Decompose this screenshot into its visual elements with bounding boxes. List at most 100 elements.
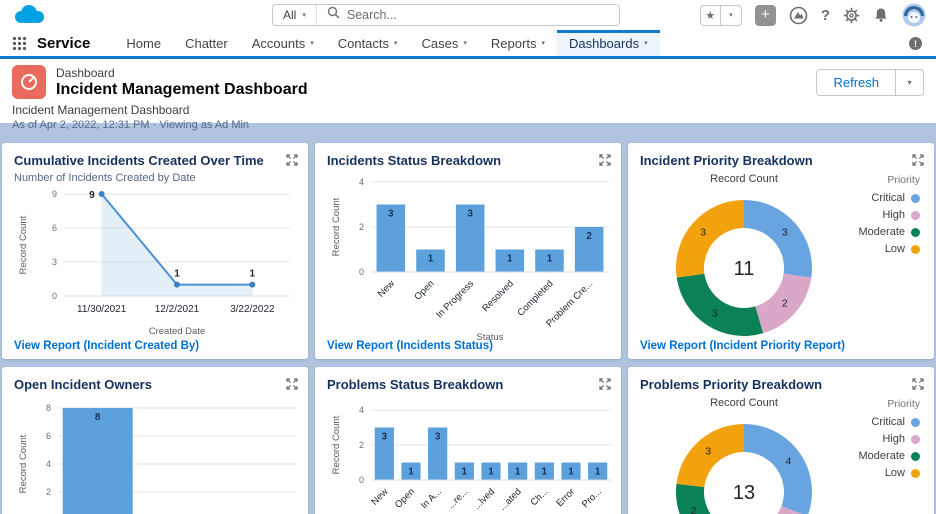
svg-text:1: 1 [462,467,468,478]
expand-icon[interactable] [599,153,611,171]
global-actions-icon[interactable]: + [754,4,776,26]
trailhead-icon[interactable] [789,6,808,25]
chevron-down-icon: ▾ [541,40,545,47]
legend-item: High [882,209,920,221]
view-report-link[interactable]: View Report (Incident Priority Report) [640,340,845,352]
svg-text:New: New [369,486,390,507]
svg-text:Open: Open [393,486,417,510]
refresh-button-group: Refresh ▾ [816,69,924,96]
svg-text:Record Count: Record Count [331,197,342,256]
svg-text:4: 4 [786,455,792,467]
legend-dot [911,451,920,461]
widget-problems-status: Problems Status Breakdown 0 2 4 Record Coun… [315,367,621,514]
svg-text:In Progress: In Progress [434,278,476,320]
salesforce-logo [12,4,46,31]
svg-text:Record Count: Record Count [710,173,778,185]
search-input[interactable] [346,8,619,22]
svg-text:3: 3 [388,209,394,220]
search-scope-dropdown[interactable]: All ▾ [273,5,317,25]
favorite-star-icon[interactable]: ★ [699,4,721,26]
line-chart-cumulative-incidents: 0 3 6 9 Record Count 9 1 1 11/30/2021 12/2/2021 3/… [14,184,296,347]
app-name: Service [37,34,91,52]
widget-open-incident-owners: Open Incident Owners 02468Record Count8 [2,367,308,514]
svg-text:...ated: ...ated [497,486,523,512]
view-report-link[interactable]: View Report (Incidents Status) [327,340,493,352]
legend-title: Priority [887,398,920,410]
widget-title: Problems Priority Breakdown [640,377,823,392]
svg-text:8: 8 [95,412,101,423]
refresh-dropdown-icon[interactable]: ▾ [895,70,923,95]
legend-item: Moderate [859,450,920,462]
dashboard-as-of: As of Apr 2, 2022, 12:31 PM · Viewing as… [12,119,250,131]
dashboard-page-header: Dashboard Incident Management Dashboard … [0,59,936,131]
refresh-button[interactable]: Refresh [817,70,895,95]
legend-dot [911,227,920,237]
svg-text:3/22/2022: 3/22/2022 [230,304,275,315]
svg-text:3: 3 [52,257,57,267]
expand-icon[interactable] [599,377,611,395]
svg-text:3: 3 [712,307,718,319]
svg-text:12/2/2021: 12/2/2021 [155,304,200,315]
setup-gear-icon[interactable] [843,7,860,24]
svg-text:9: 9 [52,189,57,199]
tab-reports[interactable]: Reports ▾ [479,30,557,56]
svg-text:3: 3 [782,227,788,239]
legend-item: Critical [871,416,920,428]
app-launcher-icon[interactable] [0,30,37,56]
legend-dot [911,468,920,478]
expand-icon[interactable] [912,153,924,171]
svg-text:Completed: Completed [515,278,555,318]
expand-icon[interactable] [286,377,298,395]
svg-text:3: 3 [435,432,441,443]
page-title: Incident Management Dashboard [56,80,308,98]
favorites-dropdown-icon[interactable]: ▾ [720,4,742,26]
bar-chart-incidents-status: 0 2 4 Record Count 3 1 3 1 1 2 New Open In Progress R… [327,168,609,353]
global-search: All ▾ [272,4,620,26]
legend-item: Moderate [859,226,920,238]
app-nav-bar: Service Home Chatter Accounts ▾ Contacts ▾… [0,30,936,59]
legend-dot [911,244,920,254]
donut-chart-incident-priority: Record Count 3 2 3 3 11 [640,170,836,347]
help-icon[interactable]: ? [821,7,830,24]
svg-text:2: 2 [782,297,788,309]
legend-dot [911,417,920,427]
user-avatar[interactable] [902,3,926,27]
svg-text:1: 1 [547,254,553,265]
legend-item: Low [885,467,920,479]
svg-text:1: 1 [408,467,414,478]
svg-text:Created Date: Created Date [149,326,206,337]
tab-home[interactable]: Home [114,30,173,56]
chevron-down-icon: ▾ [310,40,314,47]
svg-text:1: 1 [595,467,601,478]
header-icons: ★ ▾ + ? [699,3,926,27]
legend-item: High [882,433,920,445]
favorites-group: ★ ▾ [699,4,742,26]
svg-text:Record Count: Record Count [710,397,778,409]
expand-icon[interactable] [912,377,924,395]
svg-text:1: 1 [542,467,548,478]
widget-subtitle: Number of Incidents Created by Date [14,172,196,184]
view-report-link[interactable]: View Report (Incident Created By) [14,340,199,352]
expand-icon[interactable] [286,153,298,171]
widget-problems-priority: Problems Priority Breakdown Record Count… [628,367,934,514]
tab-chatter[interactable]: Chatter [173,30,240,56]
nav-info-icon[interactable]: ! [909,37,922,50]
global-header: All ▾ ★ ▾ + ? [0,0,936,30]
tab-dashboards[interactable]: Dashboards ▾ [556,30,660,56]
svg-text:1: 1 [507,254,513,265]
svg-text:6: 6 [52,223,57,233]
svg-text:1: 1 [568,467,574,478]
tab-contacts[interactable]: Contacts ▾ [326,30,410,56]
tab-cases[interactable]: Cases ▾ [410,30,479,56]
widget-incident-priority: Incident Priority Breakdown Record Count… [628,143,934,359]
notifications-bell-icon[interactable] [873,7,889,23]
donut-chart-problems-priority: Record Count442313 [640,394,836,514]
svg-text:Record Count: Record Count [331,415,342,474]
dashboard-entity-icon [12,65,46,99]
dashboard-description: Incident Management Dashboard [12,103,190,117]
chart-legend: Priority Critical High Moderate Low [859,394,922,514]
legend-dot [911,210,920,220]
tab-accounts[interactable]: Accounts ▾ [240,30,326,56]
svg-text:8: 8 [46,403,51,413]
widget-title: Problems Status Breakdown [327,377,504,392]
